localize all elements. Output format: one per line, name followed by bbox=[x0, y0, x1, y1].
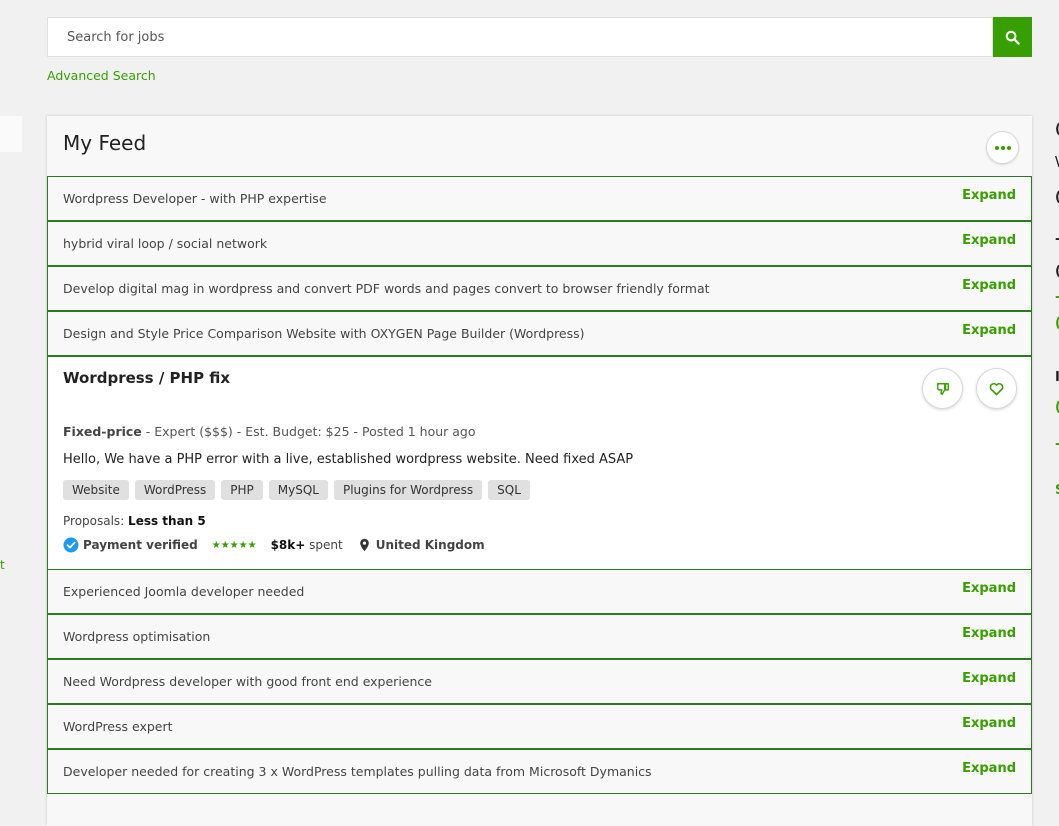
client-location: United Kingdom bbox=[359, 538, 485, 552]
spent-label: spent bbox=[305, 538, 343, 552]
search-button[interactable] bbox=[993, 17, 1032, 57]
right-panel-text-fragment: \ bbox=[1055, 155, 1059, 170]
right-panel-text-fragment: S bbox=[1055, 483, 1059, 498]
job-row[interactable]: Wordpress optimisation Expand bbox=[47, 614, 1032, 659]
expand-button[interactable]: Expand bbox=[962, 716, 1016, 731]
expand-button[interactable]: Expand bbox=[962, 233, 1016, 248]
right-panel-text-fragment: ( bbox=[1055, 122, 1059, 137]
feed-more-button[interactable] bbox=[986, 131, 1019, 164]
job-row[interactable]: Design and Style Price Comparison Websit… bbox=[47, 311, 1032, 356]
right-panel-text-fragment: - bbox=[1055, 437, 1059, 452]
skills-list: Website WordPress PHP MySQL Plugins for Word… bbox=[63, 480, 530, 500]
advanced-search-link[interactable]: Advanced Search bbox=[47, 68, 156, 83]
right-panel-text-fragment: - bbox=[1055, 232, 1059, 247]
client-rating-stars: ★★★★★ bbox=[211, 539, 257, 551]
right-panel-text-fragment: ( bbox=[1055, 316, 1059, 331]
skill-tag[interactable]: SQL bbox=[488, 480, 530, 500]
job-row[interactable]: Need Wordpress developer with good front… bbox=[47, 659, 1032, 704]
expand-button[interactable]: Expand bbox=[962, 626, 1016, 641]
job-row-title[interactable]: hybrid viral loop / social network bbox=[63, 236, 267, 251]
job-row-title[interactable]: Design and Style Price Comparison Websit… bbox=[63, 326, 585, 341]
skill-tag[interactable]: MySQL bbox=[268, 480, 328, 500]
job-row-title[interactable]: WordPress expert bbox=[63, 719, 173, 734]
client-info: Payment verified ★★★★★ $8k+ spent United… bbox=[63, 537, 485, 553]
expand-button[interactable]: Expand bbox=[962, 581, 1016, 596]
search-input[interactable] bbox=[47, 17, 993, 57]
client-spent: $8k+ spent bbox=[271, 538, 343, 552]
job-title[interactable]: Wordpress / PHP fix bbox=[63, 369, 230, 387]
search-bar bbox=[47, 17, 1032, 57]
skill-tag[interactable]: Plugins for Wordpress bbox=[333, 480, 483, 500]
proposals-label: Proposals: bbox=[63, 514, 129, 528]
heart-icon bbox=[989, 382, 1004, 395]
search-icon bbox=[1005, 30, 1020, 45]
job-row-title[interactable]: Develop digital mag in wordpress and con… bbox=[63, 281, 710, 296]
job-meta: Fixed-price - Expert ($$$) - Est. Budget… bbox=[63, 424, 476, 439]
job-row[interactable]: Develop digital mag in wordpress and con… bbox=[47, 266, 1032, 311]
right-panel-text-fragment: ( bbox=[1055, 190, 1059, 205]
expand-button[interactable]: Expand bbox=[962, 323, 1016, 338]
skill-tag[interactable]: Website bbox=[63, 480, 129, 500]
expand-button[interactable]: Expand bbox=[962, 761, 1016, 776]
job-row[interactable]: Wordpress Developer - with PHP expertise… bbox=[47, 176, 1032, 221]
right-panel-text-fragment: ( bbox=[1055, 400, 1059, 415]
thumbs-down-icon bbox=[936, 382, 949, 395]
job-row[interactable]: WordPress expert Expand bbox=[47, 704, 1032, 749]
job-row[interactable]: Developer needed for creating 3 x WordPr… bbox=[47, 749, 1032, 794]
my-feed-panel: My Feed Wordpress Developer - with PHP e… bbox=[47, 116, 1032, 826]
dislike-button[interactable] bbox=[922, 368, 963, 409]
job-row-title[interactable]: Wordpress optimisation bbox=[63, 629, 210, 644]
left-panel-edge bbox=[0, 116, 22, 152]
proposals-value: Less than 5 bbox=[128, 514, 206, 528]
job-type: Fixed-price bbox=[63, 424, 142, 439]
right-panel-text-fragment: - bbox=[1055, 290, 1059, 305]
expand-button[interactable]: Expand bbox=[962, 278, 1016, 293]
payment-verified: Payment verified bbox=[83, 538, 198, 552]
location-pin-icon bbox=[359, 538, 369, 552]
feed-title: My Feed bbox=[63, 131, 147, 155]
save-job-button[interactable] bbox=[976, 368, 1017, 409]
job-row-title[interactable]: Experienced Joomla developer needed bbox=[63, 584, 304, 599]
job-row-title[interactable]: Developer needed for creating 3 x WordPr… bbox=[63, 764, 652, 779]
job-row-title[interactable]: Wordpress Developer - with PHP expertise bbox=[63, 191, 327, 206]
proposals: Proposals: Less than 5 bbox=[63, 514, 206, 528]
job-description: Hello, We have a PHP error with a live, … bbox=[63, 452, 634, 467]
skill-tag[interactable]: PHP bbox=[221, 480, 263, 500]
spent-amount: $8k+ bbox=[270, 538, 306, 552]
job-row[interactable]: hybrid viral loop / social network Expand bbox=[47, 221, 1032, 266]
job-row[interactable]: Experienced Joomla developer needed Expan… bbox=[47, 569, 1032, 614]
expand-button[interactable]: Expand bbox=[962, 671, 1016, 686]
more-dots-icon bbox=[994, 145, 999, 150]
verified-icon bbox=[63, 537, 79, 553]
left-panel-link-fragment[interactable]: t bbox=[0, 558, 5, 572]
skill-tag[interactable]: WordPress bbox=[134, 480, 216, 500]
expanded-job-card[interactable]: Wordpress / PHP fix Fixed-price - Expert… bbox=[47, 356, 1032, 570]
feed-header: My Feed bbox=[47, 116, 1032, 177]
location-text: United Kingdom bbox=[375, 538, 485, 552]
job-row-title[interactable]: Need Wordpress developer with good front… bbox=[63, 674, 432, 689]
right-panel-text-fragment: ( bbox=[1055, 264, 1059, 279]
expand-button[interactable]: Expand bbox=[962, 188, 1016, 203]
right-panel-text-fragment: I bbox=[1055, 370, 1059, 385]
job-meta-details: - Expert ($$$) - Est. Budget: $25 - Post… bbox=[141, 424, 476, 439]
